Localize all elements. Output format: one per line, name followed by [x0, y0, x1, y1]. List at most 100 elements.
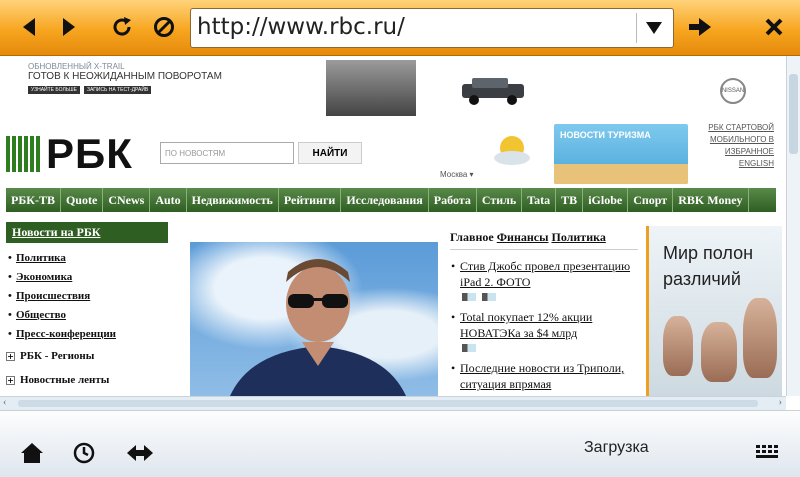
url-history-button[interactable]: [636, 13, 670, 43]
nav-tv[interactable]: ТВ: [556, 188, 584, 212]
rbk-logo[interactable]: РБК: [6, 130, 133, 178]
reload-button[interactable]: [106, 10, 138, 44]
close-button[interactable]: [758, 10, 790, 44]
search-button[interactable]: НАЙТИ: [298, 142, 362, 164]
tab-politics[interactable]: Политика: [551, 230, 605, 244]
search-input[interactable]: ПО НОВОСТЯМ: [160, 142, 294, 164]
nav-cnews[interactable]: CNews: [103, 188, 151, 212]
ad-face-image: [743, 298, 777, 378]
back-icon: [23, 18, 35, 36]
weather-sun-icon: [494, 136, 530, 165]
stop-button[interactable]: [148, 10, 180, 44]
news-category-item[interactable]: Политика: [6, 249, 168, 268]
tab-main[interactable]: Главное: [450, 230, 494, 244]
city-label: Москва: [440, 170, 468, 179]
scroll-right-icon[interactable]: ›: [779, 397, 782, 408]
tab-finance[interactable]: Финансы: [497, 230, 549, 244]
expander-label: РБК - Регионы: [20, 350, 95, 362]
home-button[interactable]: [18, 439, 46, 467]
video-icon: [482, 293, 496, 301]
rbk-logo-bars-icon: [6, 136, 42, 172]
back-button[interactable]: [14, 10, 46, 44]
banner-photo: [326, 60, 416, 116]
chevron-down-icon: ▾: [469, 170, 474, 179]
reload-icon: [113, 17, 131, 36]
scroll-left-icon[interactable]: ‹: [3, 397, 6, 408]
side-ad-text: Мир полон различий: [663, 243, 754, 289]
history-button[interactable]: [70, 439, 98, 467]
navigation-button[interactable]: [126, 439, 154, 467]
news-category-item[interactable]: Происшествия: [6, 287, 168, 306]
news-category-item[interactable]: Экономика: [6, 268, 168, 287]
site-header: РБК ПО НОВОСТЯМ НАЙТИ Москва ▾ НОВОСТИ Т…: [0, 123, 786, 188]
address-bar[interactable]: http://www.rbc.ru/: [190, 8, 674, 48]
city-selector[interactable]: Москва ▾: [440, 170, 474, 179]
page-viewport: ОБНОВЛЕННЫЙ X-TRAIL ГОТОВ К НЕОЖИДАННЫМ …: [0, 56, 786, 396]
nav-auto[interactable]: Auto: [150, 188, 187, 212]
photo-icon: [462, 293, 476, 301]
nav-tata[interactable]: Tata: [522, 188, 557, 212]
headline-item[interactable]: Стив Джобс провел презентацию iPad 2. ФО…: [450, 258, 638, 290]
nav-ratings[interactable]: Рейтинги: [279, 188, 342, 212]
clock-icon: [73, 442, 95, 464]
news-category-item[interactable]: Пресс-конференции: [6, 325, 168, 344]
headline-item[interactable]: Последние новости из Триполи, ситуация в…: [450, 360, 638, 392]
vertical-scrollbar[interactable]: [786, 56, 800, 396]
side-ad[interactable]: Мир полон различий: [646, 226, 782, 396]
headline-tabs: Главное Финансы Политика: [450, 230, 638, 250]
plus-icon: +: [6, 351, 15, 361]
tourism-label: НОВОСТИ ТУРИЗМА: [560, 130, 651, 140]
expander-newsfeeds[interactable]: + Новостные ленты: [6, 368, 168, 392]
nav-iglobe[interactable]: iGlobe: [583, 188, 629, 212]
banner-line1: ОБНОВЛЕННЫЙ X-TRAIL: [28, 62, 125, 71]
nav-quote[interactable]: Quote: [61, 188, 104, 212]
person-photo-image: [230, 259, 406, 396]
go-icon: [689, 18, 711, 36]
ad-banner[interactable]: ОБНОВЛЕННЫЙ X-TRAIL ГОТОВ К НЕОЖИДАННЫМ …: [22, 60, 772, 122]
stop-icon: [154, 17, 174, 37]
horizontal-scrollbar[interactable]: ‹ ›: [0, 396, 786, 410]
keyboard-button[interactable]: [754, 439, 782, 467]
car-image: [462, 78, 524, 105]
rbk-logo-text: РБК: [46, 130, 133, 177]
tourism-news-banner[interactable]: НОВОСТИ ТУРИЗМА: [554, 124, 688, 184]
headlines-column: Главное Финансы Политика Стив Джобс пров…: [450, 230, 638, 392]
plus-icon: +: [6, 375, 15, 385]
news-category-list: Политика Экономика Происшествия Общество…: [6, 249, 168, 344]
url-text: http://www.rbc.ru/: [197, 14, 405, 40]
section-nav: РБК-ТВ Quote CNews Auto Недвижимость Рей…: [6, 188, 776, 212]
left-news-column: Новости на РБК Политика Экономика Происш…: [6, 222, 168, 396]
expander-label: Новостные ленты: [20, 374, 110, 386]
nav-rbk-money[interactable]: RBK Money: [673, 188, 749, 212]
nav-jobs[interactable]: Работа: [429, 188, 477, 212]
news-heading[interactable]: Новости на РБК: [6, 222, 168, 243]
photo-icon: [462, 344, 476, 352]
top-toolbar: http://www.rbc.ru/: [0, 0, 800, 56]
nissan-logo: NISSAN: [720, 78, 746, 104]
banner-line2: ГОТОВ К НЕОЖИДАННЫМ ПОВОРОТАМ: [28, 71, 222, 82]
forward-icon: [63, 18, 75, 36]
browser-screen: http://www.rbc.ru/ ОБНОВЛЕННЫЙ X-TRAIL Г…: [0, 0, 800, 477]
bottom-toolbar: Загрузка: [0, 410, 800, 477]
make-start-page-link[interactable]: РБК СТАРТОВОЙ МОБИЛЬНОГО В ИЗБРАННОЕ ENG…: [694, 122, 774, 170]
loading-status: Загрузка: [584, 439, 649, 456]
news-category-item[interactable]: Общество: [6, 306, 168, 325]
home-icon: [21, 443, 43, 463]
headline-photo[interactable]: [190, 242, 438, 396]
banner-button-more[interactable]: УЗНАЙТЕ БОЛЬШЕ: [28, 86, 80, 94]
keyboard-icon: [756, 445, 778, 458]
nav-research[interactable]: Исследования: [341, 188, 429, 212]
nav-realty[interactable]: Недвижимость: [187, 188, 279, 212]
nav-style[interactable]: Стиль: [477, 188, 523, 212]
expander-regions[interactable]: + РБК - Регионы: [6, 344, 168, 368]
nav-sport[interactable]: Спорт: [628, 188, 674, 212]
go-button[interactable]: [684, 10, 716, 44]
nav-rbk-tv[interactable]: РБК-ТВ: [6, 188, 61, 212]
ad-face-image: [663, 316, 693, 376]
banner-button-testdrive[interactable]: ЗАПИСЬ НА ТЕСТ-ДРАЙВ: [83, 86, 152, 94]
horizontal-scroll-thumb[interactable]: [18, 400, 758, 407]
banner-text: ОБНОВЛЕННЫЙ X-TRAIL ГОТОВ К НЕОЖИДАННЫМ …: [28, 62, 228, 94]
vertical-scroll-thumb[interactable]: [789, 74, 798, 154]
forward-button[interactable]: [52, 10, 84, 44]
headline-item[interactable]: Total покупает 12% акции НОВАТЭКа за $4 …: [450, 309, 638, 341]
